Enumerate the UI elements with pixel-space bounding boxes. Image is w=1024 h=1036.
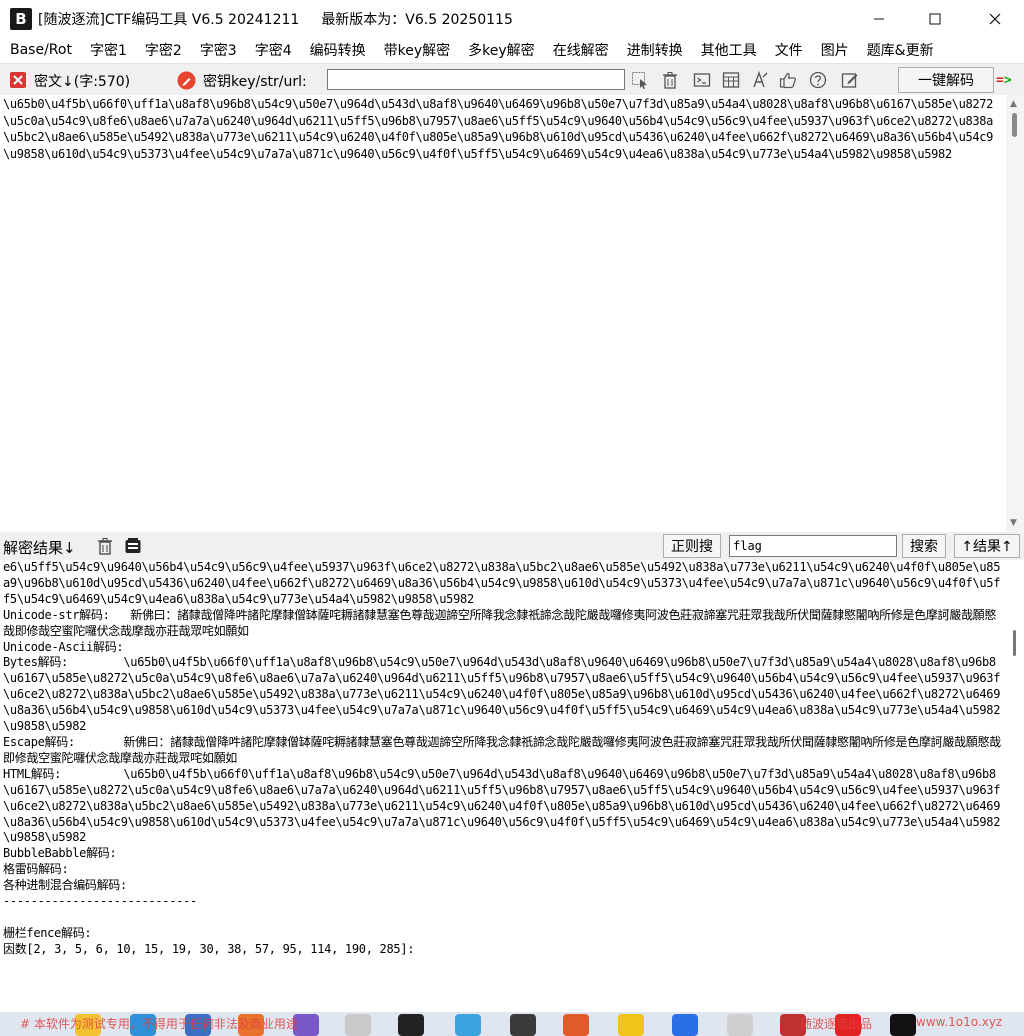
app-icon-blue[interactable] (455, 1014, 481, 1036)
regex-search-button[interactable]: 正则搜 (663, 534, 721, 558)
close-icon (989, 13, 1001, 25)
taskbar: # 本软件为测试专用，不得用于任何非法及商业用途 随波逐流出品 www.1o1o… (0, 1012, 1024, 1036)
result-up-button[interactable]: ↑结果↑ (954, 534, 1020, 558)
window-title: [随波逐流]CTF编码工具 V6.5 20241211 (38, 12, 300, 28)
toolbar: 密文↓(字:570) 密钥key/str/url: 一键解码 = > (0, 63, 1024, 95)
scroll-up-arrow-icon[interactable]: ▲ (1010, 99, 1017, 109)
ciphertext-textarea[interactable]: \u65b0\u4f5b\u66f0\uff1a\u8af8\u96b8\u54… (0, 95, 1006, 532)
app-logo-icon: B (10, 8, 32, 30)
scroll-down-arrow-icon[interactable]: ▼ (1010, 518, 1017, 528)
watermark-url: www.1o1o.xyz (916, 1015, 1003, 1029)
edit-icon[interactable] (840, 70, 860, 90)
copy-result-icon[interactable] (123, 536, 143, 556)
results-textarea[interactable]: e6\u5ff5\u54c9\u9640\u56b4\u54c9\u56c9\u… (0, 560, 1006, 1012)
go-arrow-button[interactable]: = > (996, 69, 1022, 91)
menu-zimi3[interactable]: 字密3 (190, 40, 245, 60)
result-label: 解密结果↓ (3, 539, 76, 557)
menu-key-decrypt[interactable]: 带key解密 (374, 40, 459, 60)
maximize-icon (929, 13, 941, 25)
ctf-tool-taskbar-icon[interactable] (398, 1014, 424, 1036)
title-bar: B [随波逐流]CTF编码工具 V6.5 20241211 最新版本为：V6.5… (0, 0, 1024, 38)
maximize-button[interactable] (906, 0, 964, 38)
menu-zimi4[interactable]: 字密4 (245, 40, 300, 60)
qq-icon[interactable] (890, 1014, 916, 1036)
result-trash-icon[interactable] (95, 536, 115, 556)
menu-zimi2[interactable]: 字密2 (135, 40, 190, 60)
go-arrow-head: > (1003, 72, 1012, 88)
app-icon-light[interactable] (727, 1014, 753, 1036)
menu-zimi1[interactable]: 字密1 (80, 40, 135, 60)
java-icon[interactable] (563, 1014, 589, 1036)
minimize-icon (874, 18, 884, 20)
watermark-author: 随波逐流出品 (800, 1017, 873, 1031)
key-edit-icon[interactable] (176, 70, 196, 90)
watermark-disclaimer: # 本软件为测试专用，不得用于任何非法及商业用途 (20, 1017, 298, 1031)
menu-bar: Base/Rot 字密1 字密2 字密3 字密4 编码转换 带key解密 多ke… (0, 38, 1024, 62)
one-click-decode-button[interactable]: 一键解码 (898, 67, 994, 93)
latest-version-text: 最新版本为：V6.5 20250115 (321, 12, 513, 28)
cipher-label: 密文↓(字:570) (34, 74, 131, 90)
results-scrollbar[interactable] (1006, 560, 1024, 1012)
scroll-thumb[interactable] (1012, 113, 1017, 137)
menu-file[interactable]: 文件 (765, 40, 811, 60)
menu-encoding-convert[interactable]: 编码转换 (300, 40, 374, 60)
terminal-icon[interactable] (692, 70, 712, 90)
cursor-select-icon[interactable] (630, 70, 650, 90)
key-label: 密钥key/str/url: (203, 74, 307, 90)
results-scroll-thumb[interactable] (1013, 630, 1016, 656)
trash-icon[interactable] (660, 70, 680, 90)
terminal-taskbar-icon[interactable] (510, 1014, 536, 1036)
search-input[interactable] (729, 535, 897, 557)
close-button[interactable] (966, 0, 1024, 38)
font-icon[interactable] (750, 70, 770, 90)
app-icon-gray[interactable] (345, 1014, 371, 1036)
menu-question-bank-update[interactable]: 题库&更新 (857, 40, 942, 60)
menu-radix-convert[interactable]: 进制转换 (617, 40, 691, 60)
app-icon-yellow[interactable] (618, 1014, 644, 1036)
result-bar: 解密结果↓ 正则搜 搜索 ↑结果↑ (0, 532, 1024, 560)
minimize-button[interactable] (850, 0, 908, 38)
menu-multikey-decrypt[interactable]: 多key解密 (458, 40, 543, 60)
menu-image[interactable]: 图片 (811, 40, 857, 60)
help-icon[interactable] (808, 70, 828, 90)
thumbs-up-icon[interactable] (778, 70, 798, 90)
menu-other-tools[interactable]: 其他工具 (691, 40, 765, 60)
app-icon-blue-2[interactable] (672, 1014, 698, 1036)
ciphertext-scrollbar[interactable]: ▲ ▼ (1006, 95, 1024, 532)
menu-base-rot[interactable]: Base/Rot (0, 42, 80, 58)
key-input[interactable] (327, 69, 625, 90)
menu-online-decrypt[interactable]: 在线解密 (543, 40, 617, 60)
search-button[interactable]: 搜索 (902, 534, 946, 558)
clear-cipher-icon[interactable] (8, 70, 28, 90)
table-icon[interactable] (721, 70, 741, 90)
